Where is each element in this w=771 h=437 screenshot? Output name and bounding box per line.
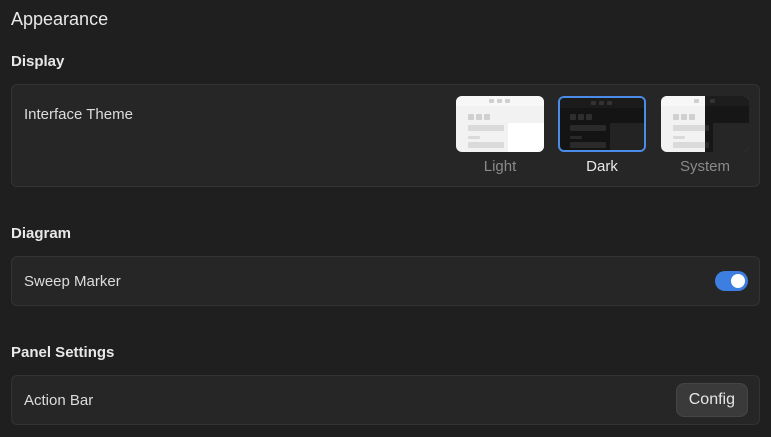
sweep-marker-card: Sweep Marker bbox=[11, 256, 760, 306]
theme-option-dark-label: Dark bbox=[586, 158, 618, 175]
theme-option-dark[interactable]: Dark bbox=[558, 96, 646, 175]
sweep-marker-label: Sweep Marker bbox=[24, 273, 121, 290]
display-section-title: Display bbox=[11, 53, 65, 70]
config-button[interactable]: Config bbox=[675, 383, 748, 417]
interface-theme-label: Interface Theme bbox=[24, 106, 133, 123]
panel-settings-section-title: Panel Settings bbox=[11, 344, 115, 361]
action-bar-label: Action Bar bbox=[24, 392, 94, 409]
interface-theme-card: Interface Theme Light Dark System bbox=[11, 84, 760, 187]
theme-option-light[interactable]: Light bbox=[456, 96, 544, 175]
system-theme-preview-icon[interactable] bbox=[661, 96, 749, 152]
page-title: Appearance bbox=[11, 9, 109, 29]
theme-option-light-label: Light bbox=[483, 158, 517, 175]
dark-theme-preview-icon[interactable] bbox=[558, 96, 646, 152]
theme-option-system-label: System bbox=[679, 158, 730, 175]
toggle-knob bbox=[731, 274, 745, 288]
action-bar-card: Action Bar Config bbox=[11, 375, 760, 425]
theme-option-system[interactable]: System bbox=[661, 96, 749, 175]
light-theme-preview-icon[interactable] bbox=[456, 96, 544, 152]
diagram-section-title: Diagram bbox=[11, 225, 72, 242]
sweep-marker-toggle[interactable] bbox=[715, 271, 748, 291]
